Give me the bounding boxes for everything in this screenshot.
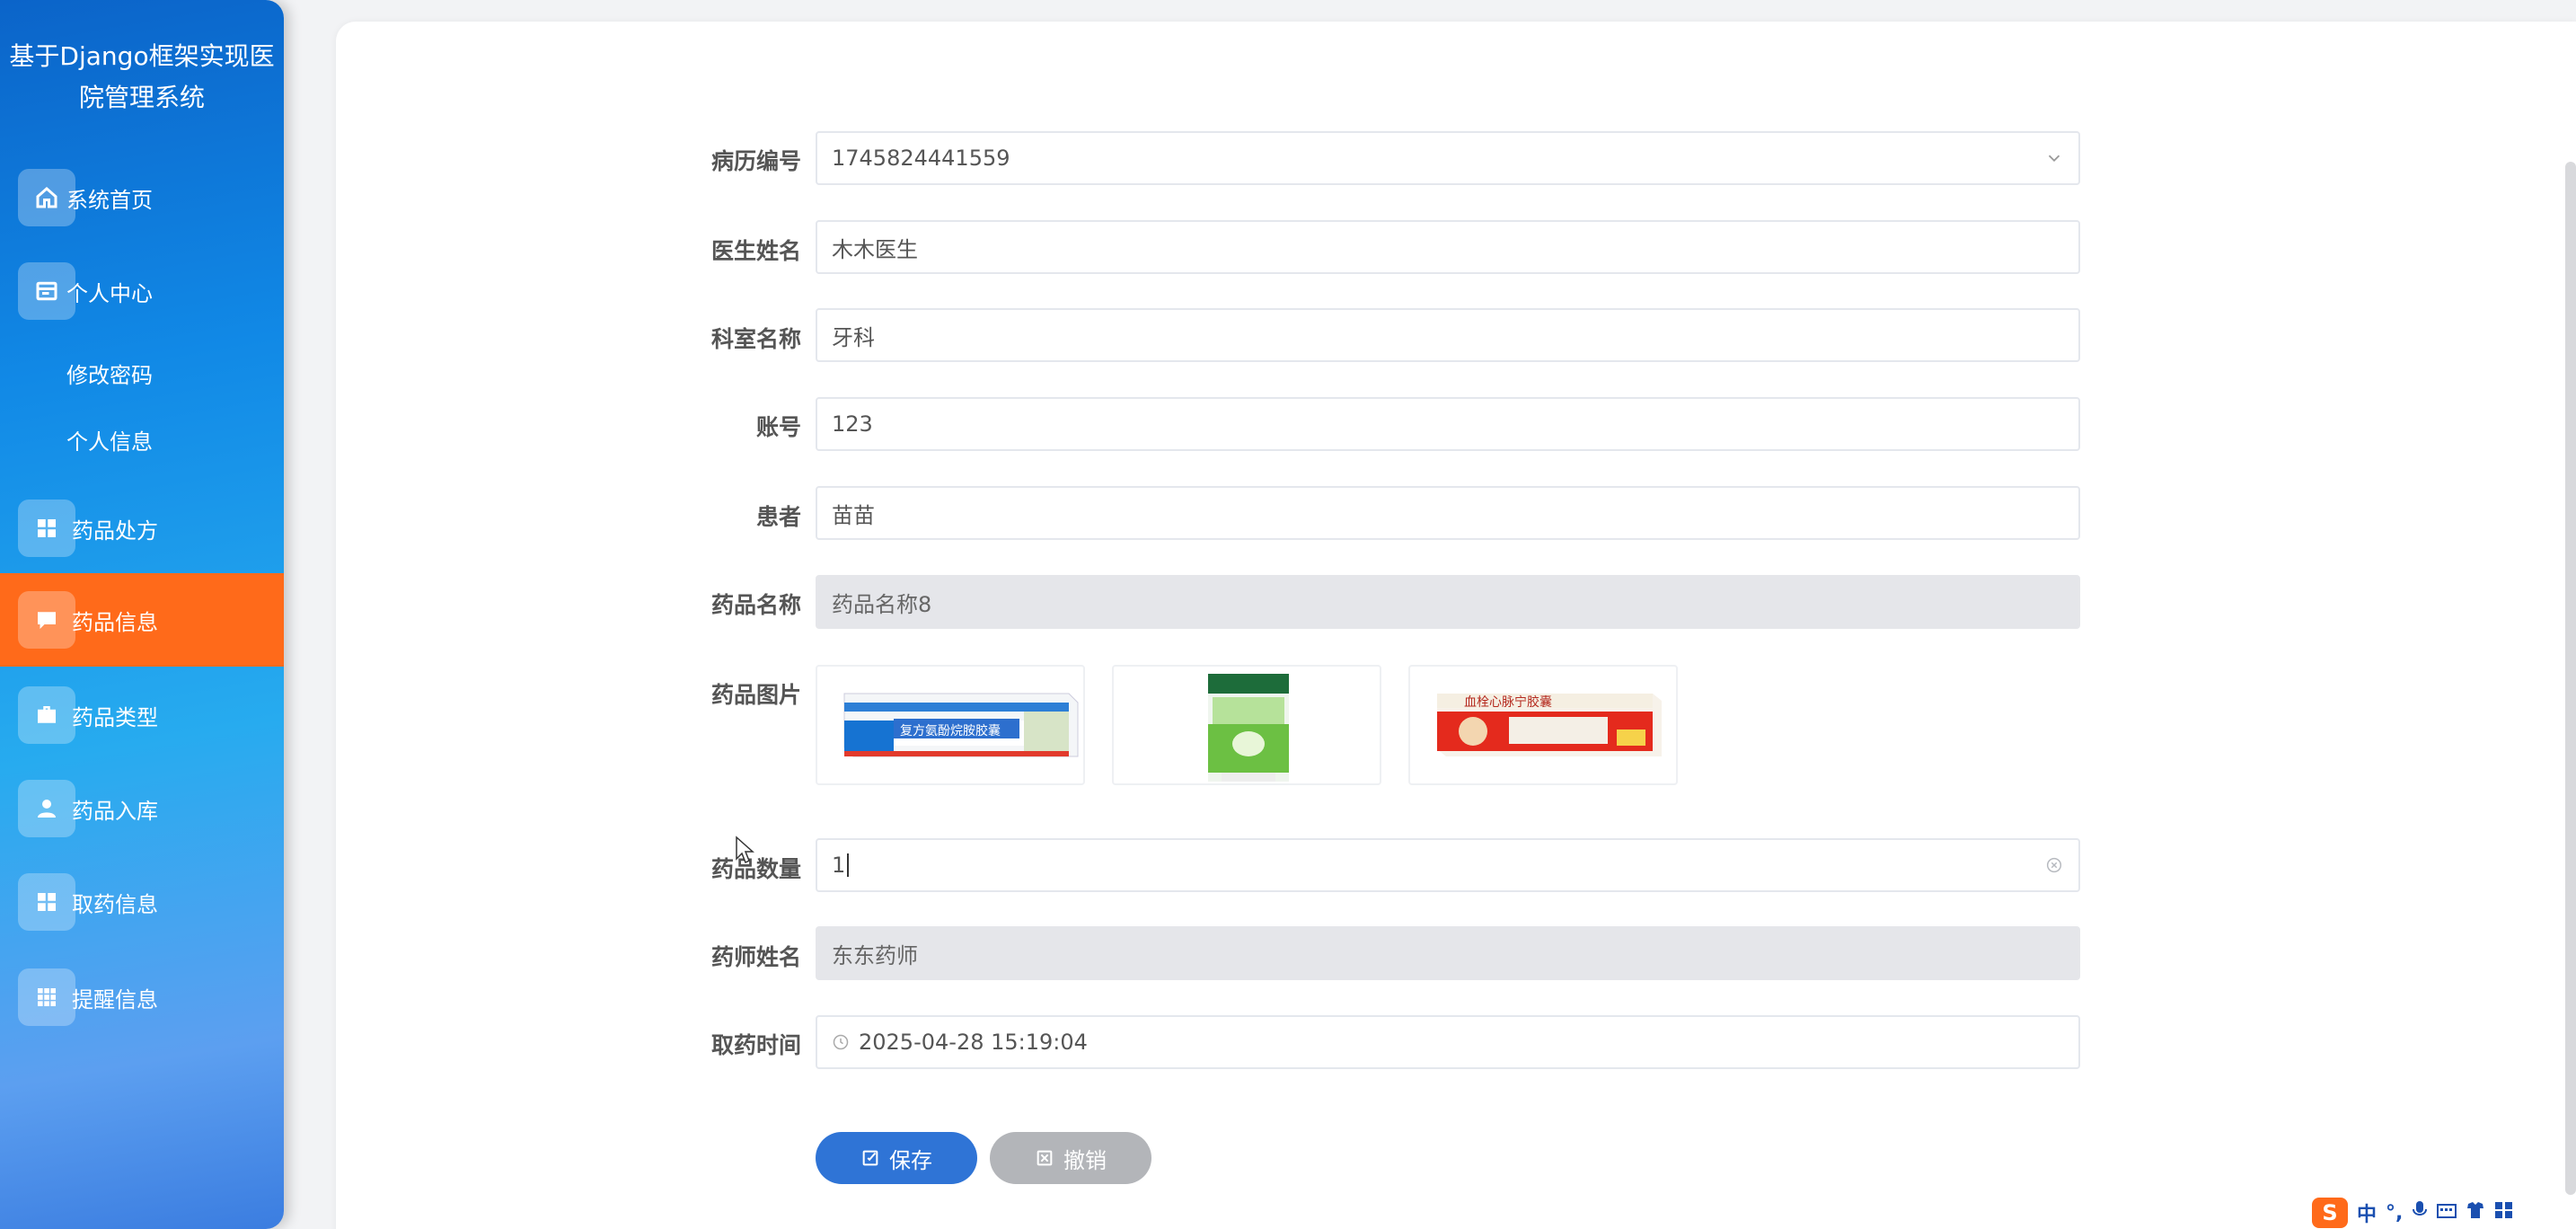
sidebar-item-label: 提醒信息 [72,986,158,1012]
pickup-time-picker[interactable]: 2025-04-28 15:19:04 [816,1015,2080,1069]
drug-quantity-value: 1 [832,853,846,878]
grid-icon [18,500,75,557]
drug-box-text: 复方氨酚烷胺胶囊 [900,723,1001,738]
ime-toolbar: S 中 °, [2307,1197,2576,1229]
sidebar-item-drug-stock-in[interactable]: 药品入库 [0,762,284,855]
text-caret [847,853,850,877]
sidebar-item-drug-type[interactable]: 药品类型 [0,668,284,762]
record-number-value: 1745824441559 [832,146,1010,171]
edit-square-icon [862,1150,878,1166]
clock-icon [833,1034,849,1050]
ime-mode[interactable]: 中 [2357,1198,2377,1227]
sidebar-item-label: 系统首页 [66,187,153,213]
label-pharmacist-name: 药师姓名 [710,944,801,970]
save-button-label: 保存 [889,1147,932,1173]
patient-input[interactable]: 苗苗 [816,486,2080,540]
account-input[interactable]: 123 [816,397,2080,451]
drug-box-image: 复方氨酚烷胺胶囊 [843,693,1079,757]
label-account: 账号 [755,414,801,440]
page-scrollbar[interactable] [2565,162,2576,1195]
doctor-name-value: 木木医生 [832,236,918,262]
microphone-icon[interactable] [2412,1200,2428,1225]
chevron-down-icon [2048,155,2060,163]
sidebar-subitem-change-password[interactable]: 修改密码 [66,358,153,389]
sidebar-item-drug-info[interactable]: 药品信息 [0,573,284,667]
pharmacist-name-value: 东东药师 [832,942,918,968]
department-value: 牙科 [832,324,875,350]
pharmacist-name-input: 东东药师 [816,926,2080,980]
drug-image-3[interactable]: 血栓心脉宁胶囊 [1408,665,1678,785]
label-record-number: 病历编号 [710,148,801,174]
sidebar-item-label: 药品信息 [72,609,158,635]
drug-name-value: 药品名称8 [832,591,932,617]
user-icon [18,780,75,837]
doctor-name-input[interactable]: 木木医生 [816,220,2080,274]
sidebar-item-label: 药品类型 [72,704,158,730]
sidebar-item-label: 药品处方 [72,517,158,544]
drug-box-text: 血栓心脉宁胶囊 [1464,694,1552,710]
label-pickup-time: 取药时间 [710,1032,801,1058]
message-icon [18,591,75,649]
sidebar: 基于Django框架实现医院管理系统 系统首页 个人中心 修改密码 个人信息 药… [0,0,284,1229]
drug-image-1[interactable]: 复方氨酚烷胺胶囊 [816,665,1085,785]
toolbox-icon[interactable] [2494,1201,2514,1225]
record-number-select[interactable]: 1745824441559 [816,131,2080,185]
account-value: 123 [832,411,873,437]
mouse-cursor-icon [736,836,754,864]
sidebar-item-home[interactable]: 系统首页 [0,151,284,244]
department-input[interactable]: 牙科 [816,308,2080,362]
punctuation-icon[interactable]: °, [2386,1202,2403,1225]
drug-quantity-input[interactable]: 1 [816,838,2080,892]
drug-bottle-image [1208,674,1289,782]
briefcase-icon [18,686,75,744]
app-title: 基于Django框架实现医院管理系统 [9,41,275,112]
drug-name-input: 药品名称8 [816,575,2080,629]
sidebar-item-reminder-info[interactable]: 提醒信息 [0,950,284,1044]
sidebar-item-label: 药品入库 [72,798,158,824]
grid-icon [18,873,75,931]
top-strip [284,0,2576,20]
keyboard-icon[interactable] [2437,1202,2457,1225]
patient-value: 苗苗 [832,502,875,528]
table-icon [18,968,75,1026]
label-patient: 患者 [755,504,801,530]
sidebar-item-pickup-info[interactable]: 取药信息 [0,855,284,949]
pickup-time-value: 2025-04-28 15:19:04 [859,1030,1088,1055]
sogou-logo-icon[interactable]: S [2312,1198,2348,1228]
drug-box-image-red: 血栓心脉宁胶囊 [1437,694,1662,756]
sidebar-item-prescription[interactable]: 药品处方 [0,482,284,575]
sidebar-item-label: 取药信息 [72,891,158,917]
label-drug-name: 药品名称 [710,592,801,618]
drug-image-2[interactable] [1112,665,1381,785]
label-department: 科室名称 [710,326,801,352]
sidebar-item-profile[interactable]: 个人中心 [0,244,284,338]
label-doctor-name: 医生姓名 [710,238,801,264]
label-drug-image: 药品图片 [710,682,801,708]
sidebar-subitem-personal-info[interactable]: 个人信息 [66,424,153,455]
cancel-button-label: 撤销 [1063,1147,1107,1173]
skin-icon[interactable] [2466,1201,2485,1225]
cancel-square-icon [1037,1150,1053,1166]
sidebar-item-label: 个人中心 [66,280,153,306]
cancel-button[interactable]: 撤销 [990,1132,1151,1184]
save-button[interactable]: 保存 [816,1132,977,1184]
clear-icon[interactable] [2044,855,2064,875]
